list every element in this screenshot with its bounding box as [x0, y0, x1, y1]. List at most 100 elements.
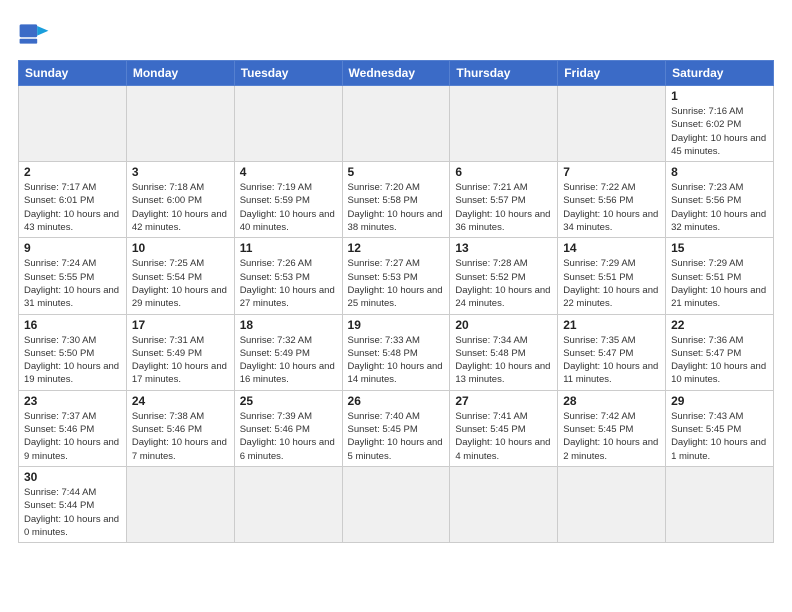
- calendar-cell: 30 Sunrise: 7:44 AMSunset: 5:44 PMDayligh…: [19, 466, 127, 542]
- calendar-cell: 17 Sunrise: 7:31 AMSunset: 5:49 PMDayligh…: [126, 314, 234, 390]
- day-number: 25: [240, 394, 337, 408]
- day-info: Sunrise: 7:44 AMSunset: 5:44 PMDaylight:…: [24, 486, 121, 539]
- calendar-cell: 2 Sunrise: 7:17 AMSunset: 6:01 PMDaylight…: [19, 162, 127, 238]
- day-number: 16: [24, 318, 121, 332]
- calendar-cell: 5Sunrise: 7:20 AMSunset: 5:58 PMDaylight…: [342, 162, 450, 238]
- calendar-cell: 24 Sunrise: 7:38 AMSunset: 5:46 PMDayligh…: [126, 390, 234, 466]
- day-number: 8: [671, 165, 768, 179]
- day-info: Sunrise: 7:40 AMSunset: 5:45 PMDaylight:…: [348, 410, 445, 463]
- day-info: Sunrise: 7:25 AMSunset: 5:54 PMDaylight:…: [132, 257, 229, 310]
- day-number: 2: [24, 165, 121, 179]
- day-info: Sunrise: 7:33 AMSunset: 5:48 PMDaylight:…: [348, 334, 445, 387]
- day-info: Sunrise: 7:24 AMSunset: 5:55 PMDaylight:…: [24, 257, 121, 310]
- calendar-cell: 13 Sunrise: 7:28 AMSunset: 5:52 PMDayligh…: [450, 238, 558, 314]
- day-info: Sunrise: 7:36 AMSunset: 5:47 PMDaylight:…: [671, 334, 768, 387]
- day-number: 5: [348, 165, 445, 179]
- page: SundayMondayTuesdayWednesdayThursdayFrid…: [0, 0, 792, 612]
- calendar-cell: 16Sunrise: 7:30 AMSunset: 5:50 PMDayligh…: [19, 314, 127, 390]
- day-number: 6: [455, 165, 552, 179]
- calendar-cell: 26 Sunrise: 7:40 AMSunset: 5:45 PMDayligh…: [342, 390, 450, 466]
- day-info: Sunrise: 7:23 AMSunset: 5:56 PMDaylight:…: [671, 181, 768, 234]
- week-row-1: 1 Sunrise: 7:16 AMSunset: 6:02 PMDaylight…: [19, 86, 774, 162]
- calendar-cell: [234, 86, 342, 162]
- day-info: Sunrise: 7:38 AMSunset: 5:46 PMDaylight:…: [132, 410, 229, 463]
- calendar-cell: [450, 86, 558, 162]
- day-info: Sunrise: 7:16 AMSunset: 6:02 PMDaylight:…: [671, 105, 768, 158]
- day-info: Sunrise: 7:29 AMSunset: 5:51 PMDaylight:…: [671, 257, 768, 310]
- day-number: 4: [240, 165, 337, 179]
- day-number: 29: [671, 394, 768, 408]
- calendar-cell: 15Sunrise: 7:29 AMSunset: 5:51 PMDayligh…: [666, 238, 774, 314]
- day-number: 14: [563, 241, 660, 255]
- calendar-cell: 4Sunrise: 7:19 AMSunset: 5:59 PMDaylight…: [234, 162, 342, 238]
- calendar-cell: [19, 86, 127, 162]
- day-info: Sunrise: 7:31 AMSunset: 5:49 PMDaylight:…: [132, 334, 229, 387]
- logo: [18, 18, 54, 50]
- calendar-cell: 18Sunrise: 7:32 AMSunset: 5:49 PMDayligh…: [234, 314, 342, 390]
- calendar-cell: [234, 466, 342, 542]
- day-info: Sunrise: 7:22 AMSunset: 5:56 PMDaylight:…: [563, 181, 660, 234]
- day-number: 21: [563, 318, 660, 332]
- day-info: Sunrise: 7:34 AMSunset: 5:48 PMDaylight:…: [455, 334, 552, 387]
- day-info: Sunrise: 7:41 AMSunset: 5:45 PMDaylight:…: [455, 410, 552, 463]
- week-row-2: 2 Sunrise: 7:17 AMSunset: 6:01 PMDaylight…: [19, 162, 774, 238]
- weekday-header-tuesday: Tuesday: [234, 61, 342, 86]
- calendar-cell: 7 Sunrise: 7:22 AMSunset: 5:56 PMDaylight…: [558, 162, 666, 238]
- day-number: 12: [348, 241, 445, 255]
- calendar-cell: [666, 466, 774, 542]
- header: [18, 18, 774, 50]
- day-number: 23: [24, 394, 121, 408]
- calendar-cell: 6 Sunrise: 7:21 AMSunset: 5:57 PMDaylight…: [450, 162, 558, 238]
- day-info: Sunrise: 7:17 AMSunset: 6:01 PMDaylight:…: [24, 181, 121, 234]
- day-number: 17: [132, 318, 229, 332]
- day-number: 26: [348, 394, 445, 408]
- weekday-header-wednesday: Wednesday: [342, 61, 450, 86]
- weekday-header-thursday: Thursday: [450, 61, 558, 86]
- week-row-5: 23 Sunrise: 7:37 AMSunset: 5:46 PMDayligh…: [19, 390, 774, 466]
- day-number: 7: [563, 165, 660, 179]
- day-number: 24: [132, 394, 229, 408]
- calendar-cell: 25Sunrise: 7:39 AMSunset: 5:46 PMDayligh…: [234, 390, 342, 466]
- calendar-cell: [342, 466, 450, 542]
- calendar-cell: 1 Sunrise: 7:16 AMSunset: 6:02 PMDaylight…: [666, 86, 774, 162]
- day-number: 13: [455, 241, 552, 255]
- day-info: Sunrise: 7:43 AMSunset: 5:45 PMDaylight:…: [671, 410, 768, 463]
- day-number: 27: [455, 394, 552, 408]
- weekday-header-saturday: Saturday: [666, 61, 774, 86]
- calendar-cell: 19 Sunrise: 7:33 AMSunset: 5:48 PMDayligh…: [342, 314, 450, 390]
- day-info: Sunrise: 7:21 AMSunset: 5:57 PMDaylight:…: [455, 181, 552, 234]
- calendar-cell: 29 Sunrise: 7:43 AMSunset: 5:45 PMDayligh…: [666, 390, 774, 466]
- day-number: 1: [671, 89, 768, 103]
- day-number: 18: [240, 318, 337, 332]
- day-info: Sunrise: 7:28 AMSunset: 5:52 PMDaylight:…: [455, 257, 552, 310]
- calendar-cell: [342, 86, 450, 162]
- calendar-cell: 23 Sunrise: 7:37 AMSunset: 5:46 PMDayligh…: [19, 390, 127, 466]
- calendar: SundayMondayTuesdayWednesdayThursdayFrid…: [18, 60, 774, 543]
- day-info: Sunrise: 7:42 AMSunset: 5:45 PMDaylight:…: [563, 410, 660, 463]
- calendar-cell: 22Sunrise: 7:36 AMSunset: 5:47 PMDayligh…: [666, 314, 774, 390]
- weekday-header-friday: Friday: [558, 61, 666, 86]
- calendar-cell: [126, 466, 234, 542]
- calendar-cell: 28 Sunrise: 7:42 AMSunset: 5:45 PMDayligh…: [558, 390, 666, 466]
- calendar-cell: 3 Sunrise: 7:18 AMSunset: 6:00 PMDaylight…: [126, 162, 234, 238]
- weekday-header-sunday: Sunday: [19, 61, 127, 86]
- week-row-3: 9 Sunrise: 7:24 AMSunset: 5:55 PMDaylight…: [19, 238, 774, 314]
- calendar-cell: [558, 86, 666, 162]
- calendar-cell: 8 Sunrise: 7:23 AMSunset: 5:56 PMDaylight…: [666, 162, 774, 238]
- day-number: 9: [24, 241, 121, 255]
- day-info: Sunrise: 7:27 AMSunset: 5:53 PMDaylight:…: [348, 257, 445, 310]
- day-number: 28: [563, 394, 660, 408]
- day-info: Sunrise: 7:35 AMSunset: 5:47 PMDaylight:…: [563, 334, 660, 387]
- calendar-cell: 10Sunrise: 7:25 AMSunset: 5:54 PMDayligh…: [126, 238, 234, 314]
- day-info: Sunrise: 7:37 AMSunset: 5:46 PMDaylight:…: [24, 410, 121, 463]
- day-info: Sunrise: 7:29 AMSunset: 5:51 PMDaylight:…: [563, 257, 660, 310]
- day-number: 3: [132, 165, 229, 179]
- calendar-cell: 11Sunrise: 7:26 AMSunset: 5:53 PMDayligh…: [234, 238, 342, 314]
- day-number: 20: [455, 318, 552, 332]
- day-number: 19: [348, 318, 445, 332]
- week-row-4: 16Sunrise: 7:30 AMSunset: 5:50 PMDayligh…: [19, 314, 774, 390]
- calendar-cell: 9 Sunrise: 7:24 AMSunset: 5:55 PMDaylight…: [19, 238, 127, 314]
- day-number: 30: [24, 470, 121, 484]
- day-number: 11: [240, 241, 337, 255]
- day-info: Sunrise: 7:18 AMSunset: 6:00 PMDaylight:…: [132, 181, 229, 234]
